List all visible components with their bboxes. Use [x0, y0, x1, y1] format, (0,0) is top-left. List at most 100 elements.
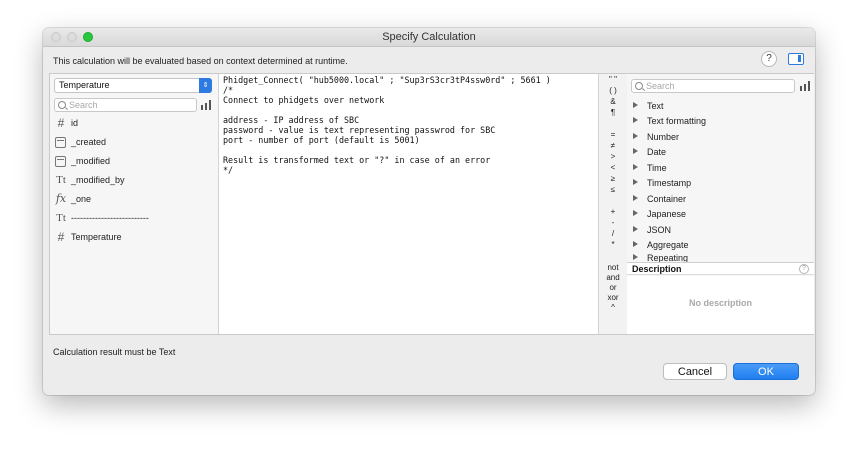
operator-ampersand[interactable]: &	[599, 97, 627, 106]
fields-search-input[interactable]: Search	[54, 98, 197, 112]
search-icon	[58, 101, 66, 109]
category-number[interactable]: Number	[633, 131, 803, 145]
result-type-text: Calculation result must be Text	[53, 347, 176, 357]
context-info-text: This calculation will be evaluated based…	[53, 56, 348, 66]
field-name: id	[71, 118, 79, 128]
field-item-modified-by[interactable]: Tt _modified_by	[54, 173, 204, 189]
calendar-clock-icon	[55, 156, 66, 167]
operator-plus[interactable]: +	[599, 207, 627, 216]
operator-xor[interactable]: xor	[599, 293, 627, 302]
disclosure-triangle-icon	[633, 164, 638, 170]
field-item-temperature[interactable]: # Temperature	[54, 230, 204, 246]
text-icon: Tt	[56, 174, 66, 186]
specify-calculation-dialog: Specify Calculation This calculation wil…	[43, 28, 815, 395]
operator-multiply[interactable]: *	[599, 240, 627, 249]
operator-greater-equal[interactable]: ≥	[599, 174, 627, 183]
info-bar: This calculation will be evaluated based…	[43, 47, 815, 75]
field-name: Temperature	[71, 232, 122, 242]
category-timestamp[interactable]: Timestamp	[633, 177, 803, 191]
fields-panel: Temperature ⇕ Search # id _created _modi…	[50, 74, 219, 334]
field-name: _one	[71, 194, 92, 204]
table-select[interactable]: Temperature ⇕	[54, 78, 212, 93]
disclosure-triangle-icon	[633, 210, 638, 216]
disclosure-triangle-icon	[633, 102, 638, 108]
disclosure-triangle-icon	[633, 117, 638, 123]
operator-and[interactable]: and	[599, 273, 627, 282]
operator-greater[interactable]: >	[599, 152, 627, 161]
operator-not-equal[interactable]: ≠	[599, 141, 627, 150]
field-item-one[interactable]: fx _one	[54, 192, 204, 208]
category-json[interactable]: JSON	[633, 224, 803, 238]
search-icon	[635, 82, 643, 90]
category-time[interactable]: Time	[633, 162, 803, 176]
category-text-formatting[interactable]: Text formatting	[633, 115, 803, 129]
sort-bars-icon[interactable]	[800, 81, 810, 91]
operator-divide[interactable]: /	[599, 229, 627, 238]
field-item-modified[interactable]: _modified	[54, 154, 204, 170]
category-label: Text	[647, 101, 664, 111]
disclosure-triangle-icon	[633, 195, 638, 201]
sort-bars-icon[interactable]	[201, 100, 211, 110]
operator-quotes[interactable]: " "	[599, 75, 627, 84]
operator-pilcrow[interactable]: ¶	[599, 108, 627, 117]
operator-not[interactable]: not	[599, 263, 627, 272]
category-repeating[interactable]: Repeating	[633, 252, 803, 262]
description-help-icon[interactable]: ?	[799, 264, 809, 274]
category-label: Date	[647, 147, 667, 157]
operator-power[interactable]: ^	[599, 303, 627, 312]
operator-less-equal[interactable]: ≤	[599, 185, 627, 194]
operator-less[interactable]: <	[599, 163, 627, 172]
field-name: _created	[71, 137, 107, 147]
operator-or[interactable]: or	[599, 283, 627, 292]
functions-search-input[interactable]: Search	[631, 79, 795, 93]
calculation-code[interactable]: Phidget_Connect( "hub5000.local" ; "Sup3…	[223, 75, 551, 175]
category-container[interactable]: Container	[633, 193, 803, 207]
category-label: JSON	[647, 225, 672, 235]
disclosure-triangle-icon	[633, 179, 638, 185]
field-name: _modified_by	[71, 175, 125, 185]
functions-search-placeholder: Search	[646, 81, 675, 91]
text-icon: Tt	[56, 212, 66, 224]
category-date[interactable]: Date	[633, 146, 803, 160]
hash-icon: #	[57, 230, 65, 244]
description-body: No description	[627, 276, 814, 334]
category-label: Aggregate	[647, 240, 689, 250]
description-header: Description ?	[627, 262, 814, 275]
title-bar[interactable]: Specify Calculation	[43, 28, 815, 47]
operator-equals[interactable]: =	[599, 130, 627, 139]
category-aggregate[interactable]: Aggregate	[633, 239, 803, 253]
calculation-editor[interactable]: Phidget_Connect( "hub5000.local" ; "Sup3…	[219, 74, 597, 334]
disclosure-triangle-icon	[633, 148, 638, 154]
field-item-id[interactable]: # id	[54, 116, 204, 132]
field-item-separator[interactable]: Tt --------------------------	[54, 211, 204, 227]
ok-button[interactable]: OK	[733, 363, 799, 380]
operator-parens[interactable]: ( )	[599, 86, 627, 95]
cancel-button[interactable]: Cancel	[663, 363, 727, 380]
toggle-sidebar-button[interactable]	[788, 53, 804, 65]
category-label: Text formatting	[647, 116, 707, 126]
chevron-updown-icon: ⇕	[199, 78, 212, 93]
operators-column: " " ( ) & ¶ = ≠ > < ≥ ≤ + - / * not and …	[598, 74, 628, 334]
category-text[interactable]: Text	[633, 100, 803, 114]
calculation-workspace: Temperature ⇕ Search # id _created _modi…	[49, 73, 814, 335]
field-item-created[interactable]: _created	[54, 135, 204, 151]
description-title: Description	[632, 264, 682, 274]
disclosure-triangle-icon	[633, 133, 638, 139]
calendar-clock-icon	[55, 137, 66, 148]
functions-panel: Search Text Text formatting Number Date	[627, 74, 814, 334]
disclosure-triangle-icon	[633, 241, 638, 247]
help-button[interactable]: ?	[761, 51, 777, 67]
table-select-value: Temperature	[59, 80, 110, 90]
category-label: Container	[647, 194, 687, 204]
operator-minus[interactable]: -	[599, 218, 627, 227]
fields-search-placeholder: Search	[69, 100, 98, 110]
category-japanese[interactable]: Japanese	[633, 208, 803, 222]
field-name: _modified	[71, 156, 111, 166]
disclosure-triangle-icon	[633, 226, 638, 232]
category-label: Japanese	[647, 209, 687, 219]
category-label: Number	[647, 132, 680, 142]
category-label: Time	[647, 163, 667, 173]
window-title: Specify Calculation	[382, 31, 476, 43]
no-description-text: No description	[688, 298, 752, 308]
function-icon: fx	[55, 192, 67, 205]
